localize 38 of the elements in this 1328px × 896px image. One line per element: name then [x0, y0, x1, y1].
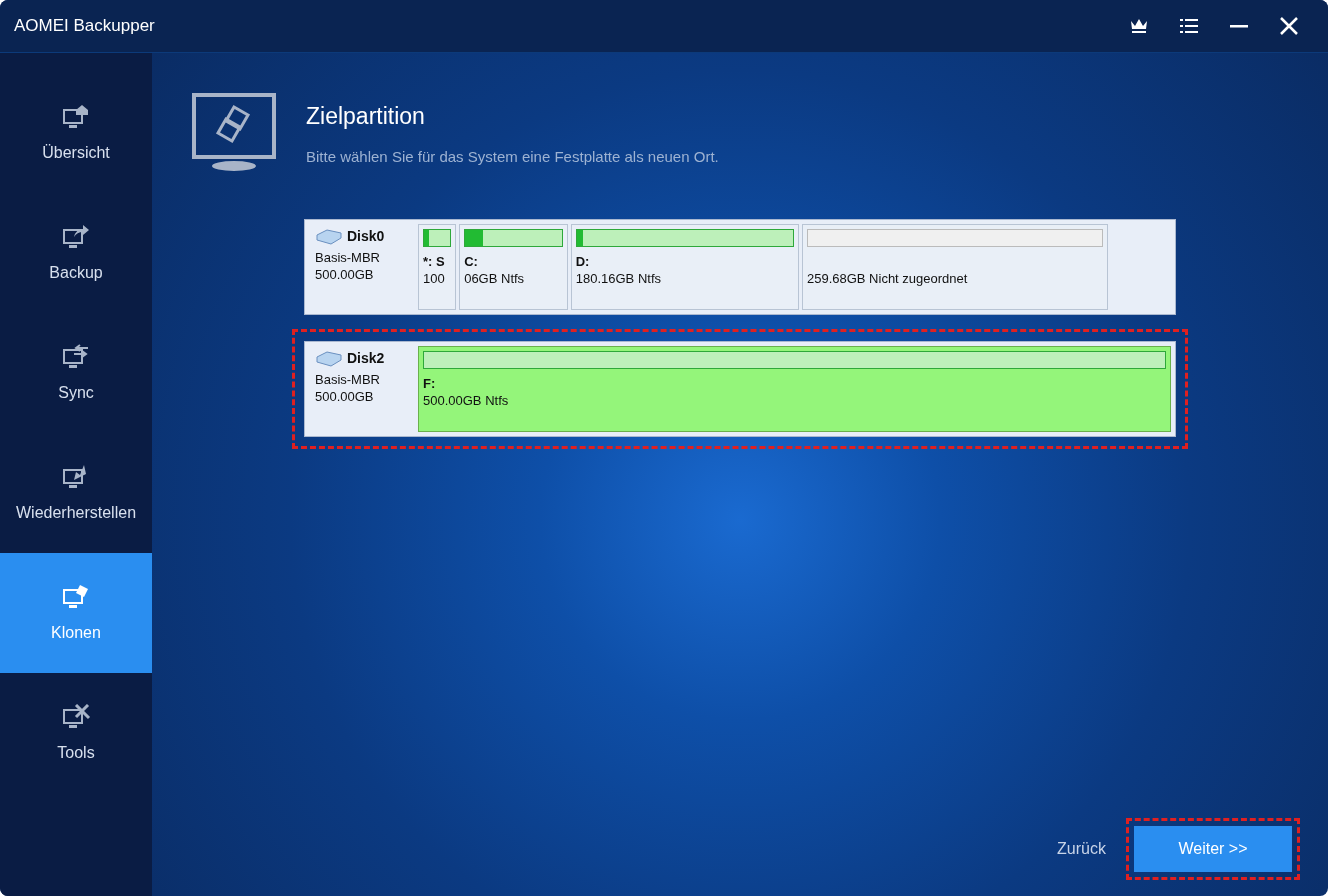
partition[interactable]: D: 180.16GB Ntfs: [570, 224, 799, 310]
disk-row[interactable]: Disk2 Basis-MBR 500.00GB F: 500.00GB Ntfs: [304, 341, 1176, 437]
disk-size: 500.00GB: [315, 266, 375, 283]
partition-size: 259.68GB Nicht zugeordnet: [806, 270, 969, 287]
page-title: Zielpartition: [306, 103, 426, 130]
home-monitor-icon: [61, 104, 91, 130]
clone-monitor-icon: [61, 584, 91, 610]
partition-size: 06GB Ntfs: [464, 270, 526, 287]
disk-row[interactable]: Disk0 Basis-MBR 500.00GB *: S 100 C: 06GB Ntfs D: 180.16GB Ntfs 259.68GB Nicht zugeordnet: [304, 219, 1176, 315]
partition-size: 100: [423, 270, 446, 287]
disk-name: Disk0: [347, 228, 385, 245]
sidebar-item[interactable]: Wiederherstellen: [0, 433, 152, 553]
share-monitor-icon: [61, 224, 91, 250]
partition[interactable]: F: 500.00GB Ntfs: [418, 346, 1171, 432]
sidebar-item[interactable]: Backup: [0, 193, 152, 313]
sync-monitor-icon: [61, 344, 91, 370]
partition-label: *: S: [423, 253, 446, 270]
sidebar-item[interactable]: Tools: [0, 673, 152, 793]
sidebar-item[interactable]: Sync: [0, 313, 152, 433]
window-title: AOMEI Backupper: [14, 16, 155, 36]
disk-type: Basis-MBR: [315, 249, 381, 266]
partition[interactable]: 259.68GB Nicht zugeordnet: [801, 224, 1108, 310]
disk-type: Basis-MBR: [315, 371, 381, 388]
partition-size: 500.00GB Ntfs: [423, 392, 510, 409]
back-button[interactable]: Zurück: [1049, 832, 1114, 866]
monitor-icon: [192, 93, 276, 173]
page-subtitle: Bitte wählen Sie für das System eine Festplatte als neuen Ort.: [306, 148, 719, 165]
disk-size: 500.00GB: [315, 388, 375, 405]
partition-label: C:: [464, 253, 479, 270]
partition-label: F:: [423, 375, 437, 392]
partition-label: D:: [575, 253, 591, 270]
partition[interactable]: *: S 100: [418, 224, 457, 310]
tools-monitor-icon: [61, 704, 91, 730]
partition[interactable]: C: 06GB Ntfs: [459, 224, 568, 310]
disk-name: Disk2: [347, 350, 385, 367]
usage-bar: [423, 229, 452, 247]
sidebar-item[interactable]: Übersicht: [0, 73, 152, 193]
partition-size: 180.16GB Ntfs: [575, 270, 662, 287]
